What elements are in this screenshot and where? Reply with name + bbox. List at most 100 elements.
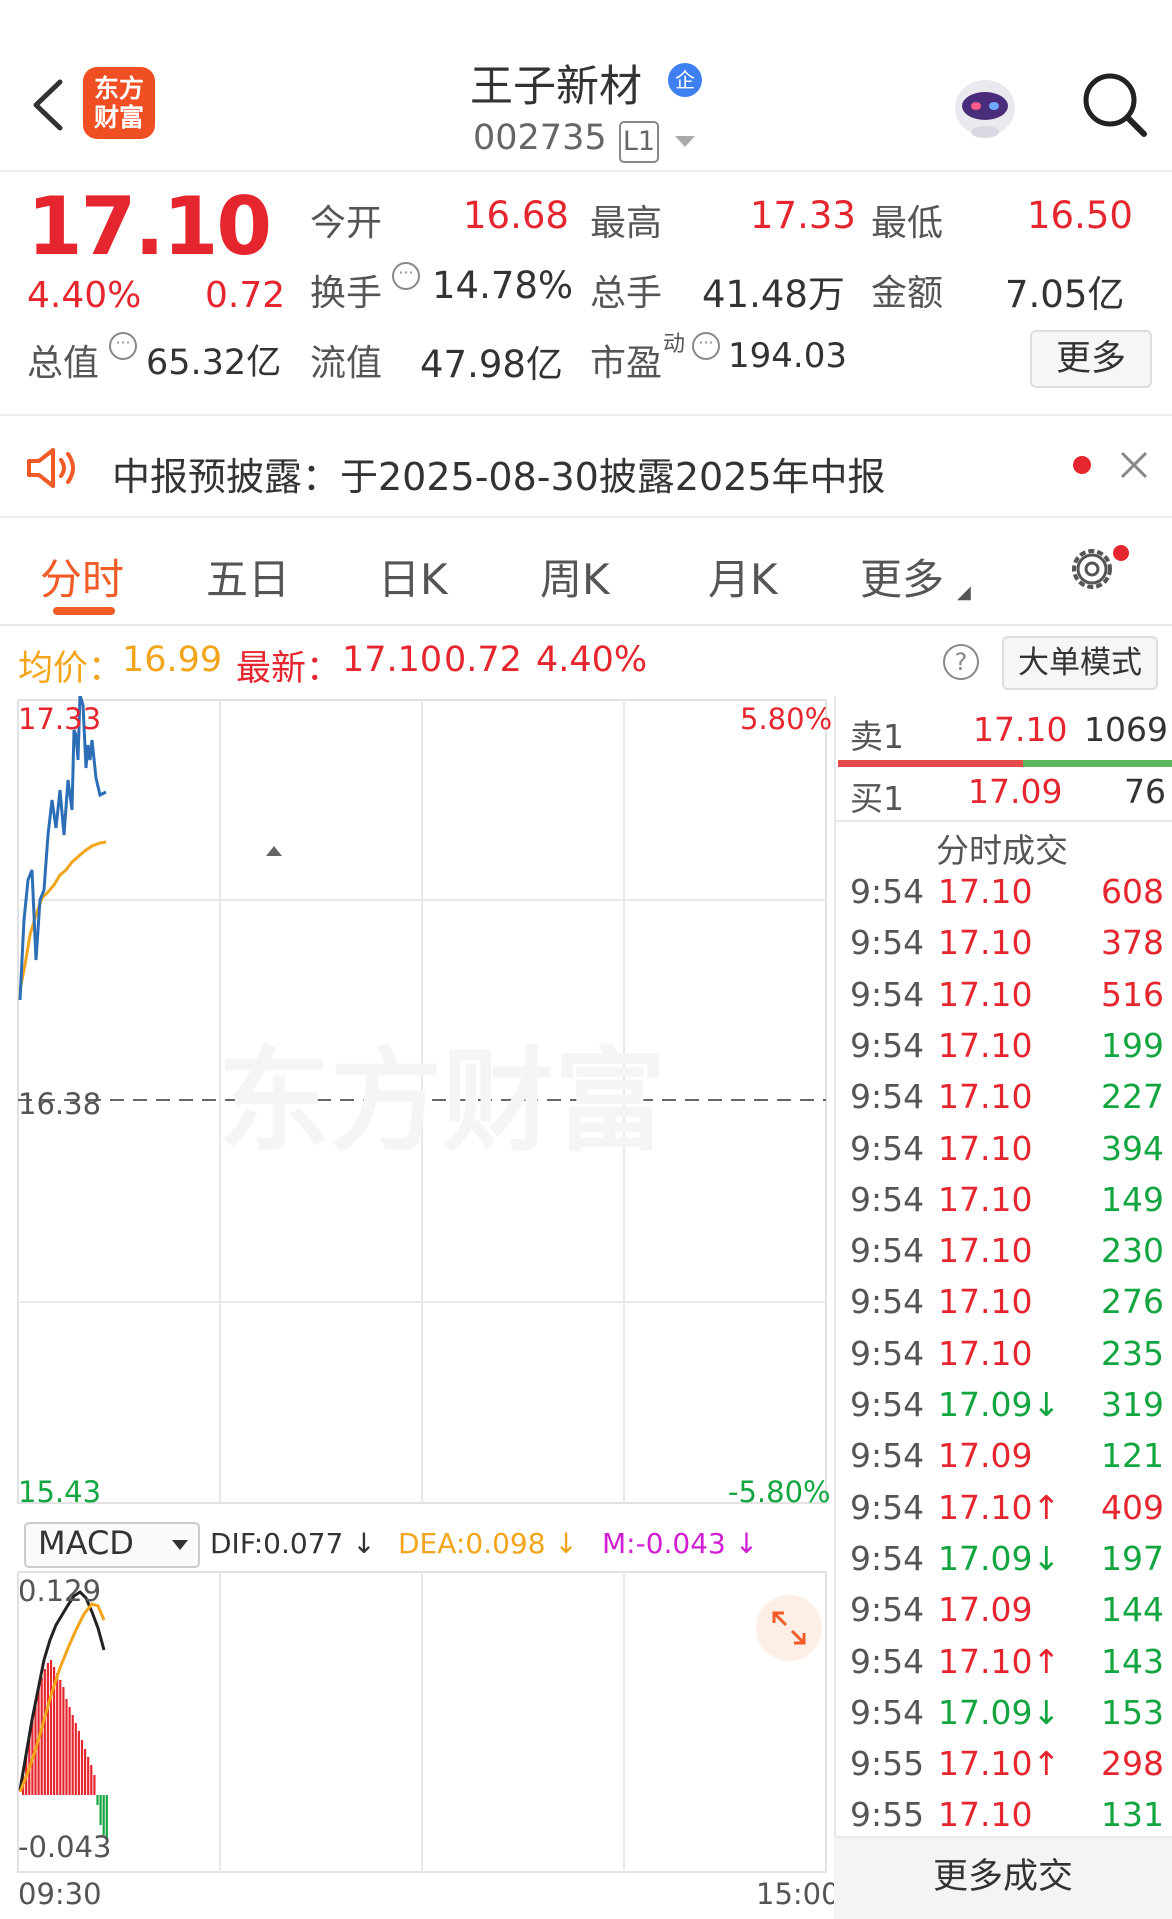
stock-name: 王子新材 [470,62,642,112]
enterprise-badge-icon: 企 [668,63,702,97]
axis-top-price: 17.33 [18,702,102,736]
low-label: 最低 [871,203,944,244]
axis-bottom-pct: -5.80% [728,1475,831,1509]
robot-assistant-icon[interactable] [948,70,1022,142]
trade-price: 17.10 [938,1282,1033,1322]
trades-title[interactable]: 分时成交 [936,824,1068,872]
trade-price: 17.09 [938,1590,1033,1630]
trade-volume: 319 [1101,1385,1164,1424]
trade-time: 9:54 [850,1385,925,1424]
trade-volume: 394 [1101,1128,1164,1168]
trade-volume: 378 [1101,923,1164,963]
low-value: 16.50 [1027,194,1133,237]
trade-price: 17.10↑ [938,1487,1061,1527]
avg-label: 均价： [18,649,124,689]
trade-price: 17.10 [938,872,1033,911]
avg-value: 16.99 [122,640,223,680]
trade-price: 17.10 [938,1231,1033,1271]
axis-mid-price: 16.38 [18,1087,102,1121]
macd-bar [77,1731,80,1795]
trade-volume: 409 [1101,1487,1164,1527]
macd-bar [56,1673,59,1795]
sell-1-volume: 1069 [1084,710,1168,749]
notice-bar[interactable]: 中报预披露：于2025-08-30披露2025年中报 [0,414,1172,518]
trade-price: 17.10 [938,1128,1033,1168]
macd-bar [71,1715,74,1795]
trade-volume: 197 [1101,1538,1164,1578]
order-book-panel: 卖1 17.10 1069 买1 17.09 76 分时成交 9:54 17.10… [834,696,1172,1919]
gear-icon[interactable] [1066,543,1118,595]
search-icon[interactable] [1080,70,1148,138]
close-icon[interactable] [1118,449,1150,481]
tab-monthly-k[interactable]: 月K [708,546,778,607]
trade-time: 9:54 [850,1641,925,1681]
trade-row: 9:54 17.09↓ 197 [836,1539,1172,1589]
expand-icon[interactable] [756,1595,822,1661]
axis-top-pct: 5.80% [740,702,833,736]
tab-intraday[interactable]: 分时 [40,546,124,607]
tab-daily-k[interactable]: 日K [378,546,448,607]
trade-time: 9:54 [850,1128,925,1168]
sell-1-label: 卖1 [850,717,904,756]
trade-price: 17.10 [938,1025,1033,1065]
trade-row: 9:54 17.10 516 [836,975,1172,1025]
macd-m: M:-0.043 ↓ [602,1527,759,1560]
trade-time: 9:54 [850,974,925,1014]
more-quote-button[interactable]: 更多 [1030,330,1152,388]
sell-1-row[interactable]: 卖1 17.10 1069 [836,710,1172,760]
trade-row: 9:54 17.10 394 [836,1129,1172,1179]
pe-superscript: 动 [663,332,686,357]
chevron-up-icon[interactable] [266,846,282,856]
tab-weekly-k[interactable]: 周K [540,546,610,607]
back-arrow-icon[interactable] [28,78,68,132]
trade-time: 9:54 [850,1231,925,1271]
info-icon[interactable]: ··· [109,332,137,360]
macd-bar [49,1660,53,1795]
buy-1-row[interactable]: 买1 17.09 76 [836,772,1172,822]
trade-price: 17.10↑ [938,1641,1061,1681]
chart-period-tabs: 分时 五日 日K 周K 月K 更多 ◢ [0,518,1172,626]
trade-volume: 144 [1101,1590,1164,1630]
macd-bar [99,1795,102,1825]
info-icon[interactable]: ··· [692,332,720,360]
trade-time: 9:54 [850,1590,925,1630]
current-price: 17.10 [27,180,272,273]
level-badge[interactable]: L1 [619,121,659,163]
macd-bar [93,1775,96,1795]
high-label: 最高 [590,203,663,244]
big-order-mode-button[interactable]: 大单模式 [1002,636,1158,690]
macd-bar [46,1663,49,1795]
change-amount: 0.72 [205,275,286,316]
trade-volume: 131 [1101,1795,1164,1835]
macd-bar [43,1669,46,1795]
open-value: 16.68 [463,194,569,237]
eastmoney-logo[interactable]: 东方 财富 [83,67,155,139]
macd-bar [87,1757,90,1795]
macd-bar [68,1707,71,1795]
stock-header: 东方 财富 王子新材 企 002735 L1 [0,0,1172,172]
unread-dot [1073,456,1091,474]
tab-five-day[interactable]: 五日 [206,546,290,607]
help-icon[interactable]: ? [943,644,979,680]
trade-volume: 199 [1101,1025,1164,1065]
macd-bar [59,1680,62,1795]
trade-price: 17.10 [938,1077,1033,1117]
time-end: 15:00 [756,1877,840,1911]
amount-value: 7.05亿 [1005,273,1125,316]
turnover-value: 14.78% [432,264,574,307]
trade-time: 9:54 [850,1282,925,1322]
trade-time: 9:54 [850,1436,925,1476]
intraday-chart[interactable]: 东方财富 [0,696,832,1919]
info-icon[interactable]: ··· [392,262,420,290]
chevron-down-icon[interactable] [675,136,695,147]
more-trades-button[interactable]: 更多成交 [834,1836,1172,1919]
latest-value: 17.10 [342,640,443,680]
trade-row: 9:54 17.10 149 [836,1180,1172,1230]
macd-bar [74,1723,77,1795]
latest-change-pct: 4.40% [536,640,648,680]
macd-bar [96,1795,99,1805]
tab-more[interactable]: 更多 [860,546,944,607]
trade-volume: 121 [1101,1436,1164,1476]
axis-bottom-price: 15.43 [18,1475,102,1509]
float-value: 47.98亿 [420,343,563,386]
